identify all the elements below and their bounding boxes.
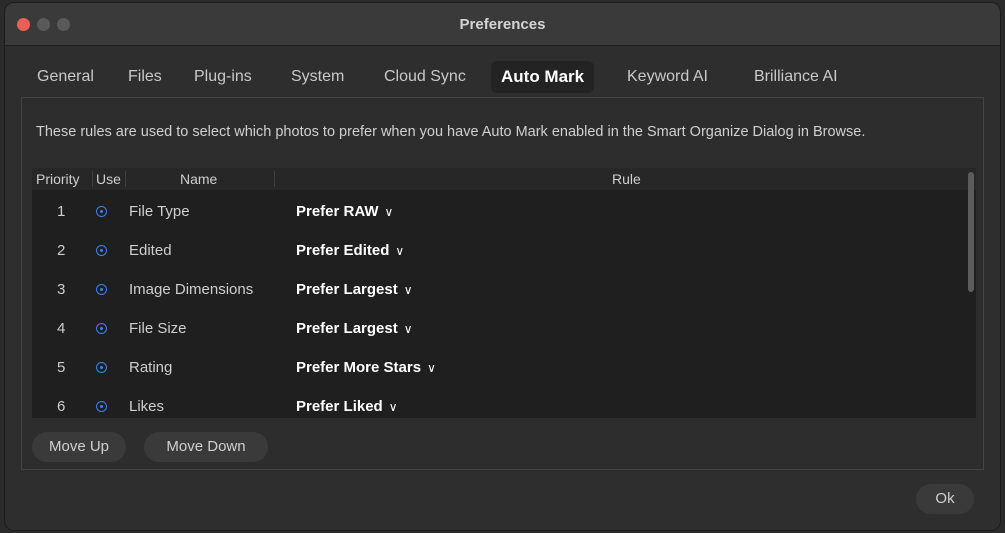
chevron-down-icon: ∨ <box>384 205 394 219</box>
priority-cell: 4 <box>57 320 66 337</box>
tab-general[interactable]: General <box>27 61 104 93</box>
priority-cell: 3 <box>57 281 66 298</box>
header-priority[interactable]: Priority <box>36 168 80 190</box>
priority-cell: 5 <box>57 359 66 376</box>
window-title: Preferences <box>459 16 546 33</box>
chevron-down-icon: ∨ <box>403 283 413 297</box>
tab-system[interactable]: System <box>281 61 354 93</box>
auto-mark-description: These rules are used to select which pho… <box>36 124 866 140</box>
name-cell: Rating <box>129 359 173 376</box>
table-row[interactable]: 6 Likes Prefer Liked ∨ <box>32 387 976 418</box>
chevron-down-icon: ∨ <box>427 361 436 375</box>
use-radio-icon[interactable] <box>96 206 107 217</box>
name-cell: Edited <box>129 242 172 259</box>
tab-bar: General Files Plug-ins System Cloud Sync… <box>15 57 995 97</box>
header-use[interactable]: Use <box>96 168 121 190</box>
priority-cell: 2 <box>57 242 66 259</box>
header-rule[interactable]: Rule <box>612 168 641 190</box>
tab-files[interactable]: Files <box>118 61 172 93</box>
header-name[interactable]: Name <box>180 168 217 190</box>
chevron-down-icon: ∨ <box>403 322 413 336</box>
tab-cloud-sync[interactable]: Cloud Sync <box>374 61 476 93</box>
rule-value: Prefer Largest <box>296 320 398 337</box>
column-divider <box>92 171 93 187</box>
column-divider <box>274 171 275 187</box>
chevron-down-icon: ∨ <box>388 400 398 414</box>
rule-value: Prefer RAW <box>296 203 379 220</box>
priority-cell: 6 <box>57 398 66 415</box>
tab-auto-mark[interactable]: Auto Mark <box>491 61 595 93</box>
priority-cell: 1 <box>57 203 66 220</box>
name-cell: File Type <box>129 203 190 220</box>
use-radio-icon[interactable] <box>96 284 107 295</box>
rule-value: Prefer More Stars <box>296 359 422 376</box>
table-row[interactable]: 5 Rating Prefer More Stars ∨ <box>32 348 976 387</box>
use-radio-icon[interactable] <box>96 401 107 412</box>
rule-value: Prefer Liked <box>296 398 383 415</box>
name-cell: File Size <box>129 320 187 337</box>
table-row[interactable]: 4 File Size Prefer Largest ∨ <box>32 309 976 348</box>
rule-dropdown[interactable]: Prefer Edited ∨ <box>296 231 404 271</box>
use-radio-icon[interactable] <box>96 362 107 373</box>
rule-dropdown[interactable]: Prefer Liked ∨ <box>296 387 398 418</box>
table-row[interactable]: 3 Image Dimensions Prefer Largest ∨ <box>32 270 976 309</box>
ok-button[interactable]: Ok <box>916 484 974 514</box>
rule-dropdown[interactable]: Prefer More Stars ∨ <box>296 348 436 388</box>
tab-brilliance-ai[interactable]: Brilliance AI <box>744 61 848 93</box>
rule-dropdown[interactable]: Prefer Largest ∨ <box>296 270 413 310</box>
rule-dropdown[interactable]: Prefer RAW ∨ <box>296 192 393 232</box>
tab-keyword-ai[interactable]: Keyword AI <box>617 61 718 93</box>
move-down-button[interactable]: Move Down <box>144 432 268 462</box>
name-cell: Image Dimensions <box>129 281 254 298</box>
auto-mark-panel: These rules are used to select which pho… <box>21 97 984 470</box>
title-bar: Preferences <box>5 3 1000 46</box>
name-cell: Likes <box>129 398 165 415</box>
rules-table: Priority Use Name Rule 1 File Type Prefe… <box>32 168 976 418</box>
rule-value: Prefer Edited <box>296 242 390 259</box>
chevron-down-icon: ∨ <box>395 244 405 258</box>
preferences-window: Preferences General Files Plug-ins Syste… <box>4 2 1001 531</box>
rule-dropdown[interactable]: Prefer Largest ∨ <box>296 309 413 349</box>
table-row[interactable]: 2 Edited Prefer Edited ∨ <box>32 231 976 270</box>
use-radio-icon[interactable] <box>96 245 107 256</box>
move-up-button[interactable]: Move Up <box>32 432 126 462</box>
use-radio-icon[interactable] <box>96 323 107 334</box>
table-scrollbar[interactable] <box>968 172 974 292</box>
table-row[interactable]: 1 File Type Prefer RAW ∨ <box>32 192 976 231</box>
column-divider <box>125 171 126 187</box>
rule-value: Prefer Largest <box>296 281 398 298</box>
tab-plug-ins[interactable]: Plug-ins <box>184 61 262 93</box>
table-header: Priority Use Name Rule <box>32 168 976 190</box>
